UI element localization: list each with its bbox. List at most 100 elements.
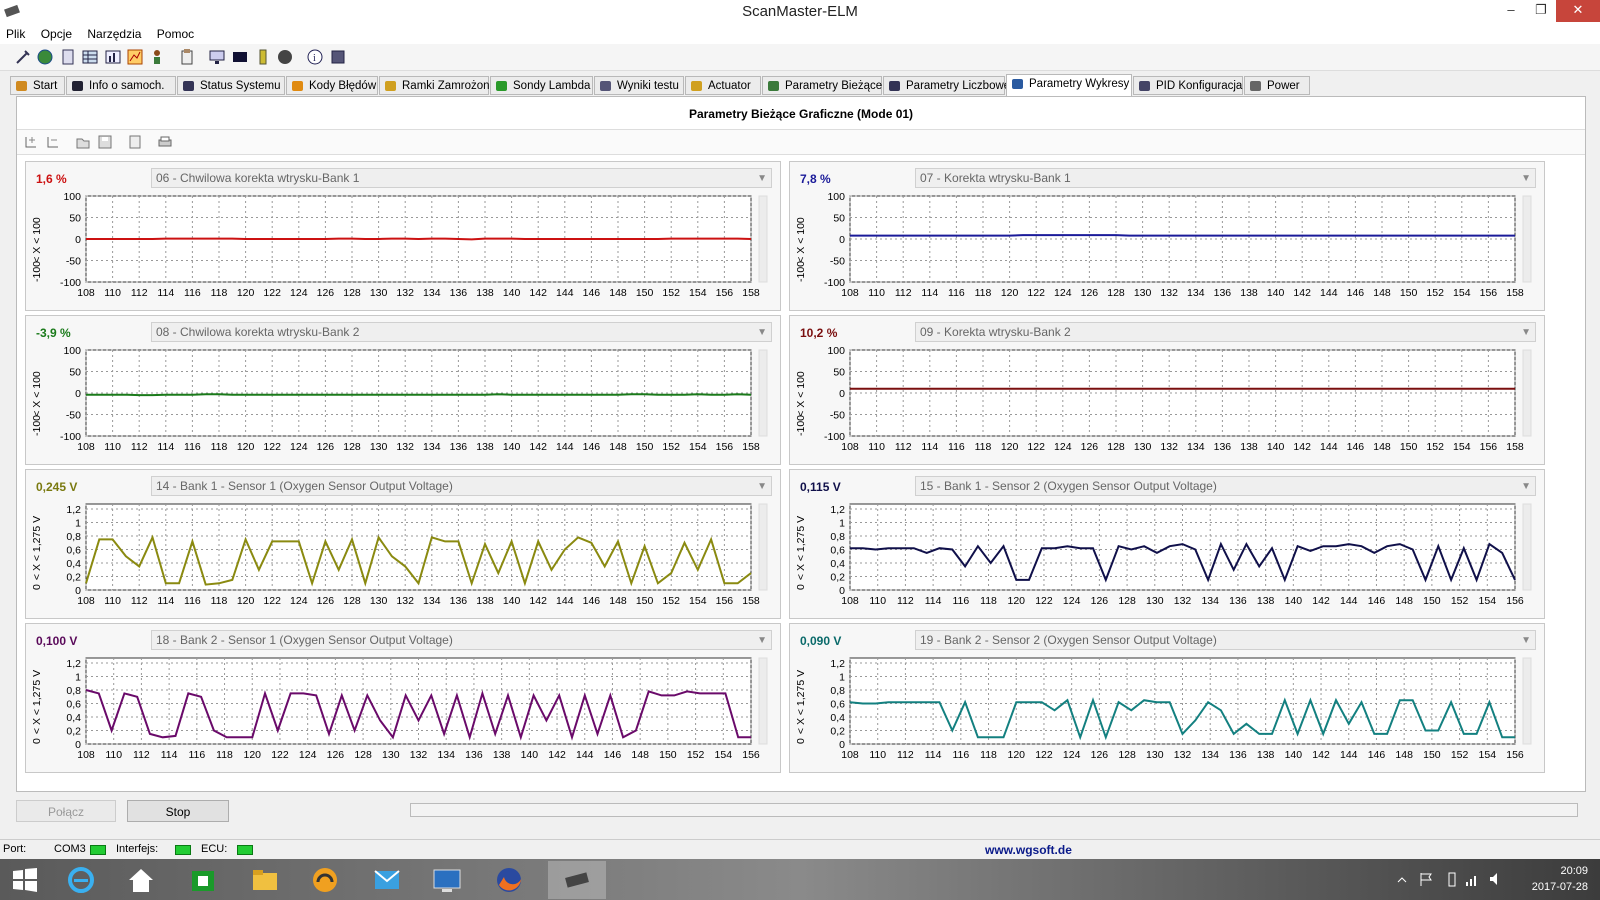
x-tick-label: 124 [1063, 749, 1081, 761]
x-tick-label: 158 [1506, 287, 1524, 299]
tab-kody-błędów[interactable]: Kody Błędów [286, 76, 378, 95]
pid-select[interactable]: 06 - Chwilowa korekta wtrysku-Bank 1 ▼ [151, 168, 772, 188]
tab-label: Actuator [708, 80, 751, 92]
home-icon[interactable] [126, 865, 156, 895]
x-tick-label: 138 [493, 749, 511, 761]
x-tick-label: 150 [1423, 595, 1441, 607]
book-icon[interactable] [329, 48, 347, 66]
open-icon[interactable] [75, 134, 91, 150]
pid-select[interactable]: 19 - Bank 2 - Sensor 2 (Oxygen Sensor Ou… [915, 630, 1536, 650]
y-tick-label: 0,6 [830, 545, 845, 557]
print-icon[interactable] [157, 134, 173, 150]
add-chart-icon[interactable] [23, 134, 39, 150]
y-tick-label: 0,8 [66, 685, 81, 697]
y-tick-label: 1,2 [66, 504, 81, 516]
tab-label: Start [33, 80, 58, 92]
graph-icon[interactable] [126, 48, 144, 66]
vertical-scrollbar[interactable] [758, 195, 768, 283]
pid-select[interactable]: 08 - Chwilowa korekta wtrysku-Bank 2 ▼ [151, 322, 772, 342]
tab-parametry-liczbowe[interactable]: Parametry Liczbowe [883, 76, 1010, 95]
scanmaster-taskbar-button[interactable] [548, 861, 606, 899]
stop-button[interactable]: Stop [127, 800, 229, 822]
connect-button[interactable]: Połącz [16, 800, 116, 822]
internet-explorer-icon[interactable] [66, 865, 96, 895]
vertical-scrollbar[interactable] [758, 657, 768, 745]
menu-opcje[interactable]: Opcje [35, 24, 78, 44]
pid-select[interactable]: 14 - Bank 1 - Sensor 1 (Oxygen Sensor Ou… [151, 476, 772, 496]
windows-start-icon[interactable] [10, 865, 40, 895]
store-icon[interactable] [188, 865, 218, 895]
pid-select[interactable]: 18 - Bank 2 - Sensor 1 (Oxygen Sensor Ou… [151, 630, 772, 650]
chart-panel: 0,115 V 15 - Bank 1 - Sensor 2 (Oxygen Se… [789, 469, 1545, 619]
info-icon[interactable]: i [306, 48, 324, 66]
print-preview-icon[interactable] [127, 134, 143, 150]
volume-icon[interactable] [1488, 871, 1504, 887]
connect-icon[interactable] [14, 48, 32, 66]
bar-chart-icon[interactable] [104, 48, 122, 66]
headphones-icon[interactable] [310, 865, 340, 895]
tab-start[interactable]: Start [10, 76, 65, 95]
grid-icon[interactable] [81, 48, 99, 66]
vertical-scrollbar[interactable] [1522, 657, 1532, 745]
x-tick-label: 128 [1107, 287, 1125, 299]
x-tick-label: 154 [1479, 595, 1497, 607]
globe-icon[interactable] [36, 48, 54, 66]
x-tick-label: 152 [1426, 287, 1444, 299]
restore-button[interactable]: ❐ [1526, 0, 1556, 22]
tab-info-o-samoch[interactable]: Info o samoch. [66, 76, 176, 95]
battery-icon[interactable] [254, 48, 272, 66]
pid-select[interactable]: 07 - Korekta wtrysku-Bank 1 ▼ [915, 168, 1536, 188]
save-icon[interactable] [97, 134, 113, 150]
chart-panel: 10,2 % 09 - Korekta wtrysku-Bank 2 ▼ 108 110… [789, 315, 1545, 465]
x-tick-label: 130 [1134, 441, 1152, 453]
vertical-scrollbar[interactable] [1522, 195, 1532, 283]
menu-narzedzia[interactable]: Narzędzia [81, 24, 147, 44]
clipboard-icon[interactable] [178, 48, 196, 66]
tab-power[interactable]: Power [1244, 76, 1310, 95]
system-clock[interactable]: 20:09 2017-07-28 [1532, 863, 1588, 895]
mail-icon[interactable] [372, 865, 402, 895]
vertical-scrollbar[interactable] [758, 503, 768, 591]
menu-plik[interactable]: Plik [0, 24, 31, 44]
x-tick-label: 130 [1146, 595, 1164, 607]
website-link[interactable]: www.wgsoft.de [985, 843, 1072, 857]
document-icon[interactable] [59, 48, 77, 66]
tab-parametry-wykresy[interactable]: Parametry Wykresy [1006, 74, 1132, 97]
vertical-scrollbar[interactable] [1522, 503, 1532, 591]
person-icon[interactable] [148, 48, 166, 66]
menu-pomoc[interactable]: Pomoc [151, 24, 200, 44]
x-tick-label: 144 [556, 595, 574, 607]
battery-tray-icon[interactable] [1444, 871, 1460, 887]
record-icon[interactable] [276, 48, 294, 66]
pid-select[interactable]: 09 - Korekta wtrysku-Bank 2 ▼ [915, 322, 1536, 342]
tab-wyniki-testu[interactable]: Wyniki testu [594, 76, 684, 95]
firefox-icon[interactable] [494, 865, 524, 895]
taskbar: 20:09 2017-07-28 [0, 859, 1600, 900]
info-icon [72, 81, 83, 91]
tab-pid-konfiguracja[interactable]: PID Konfiguracja [1133, 76, 1243, 95]
network-icon[interactable] [1464, 871, 1480, 887]
x-tick-label: 154 [689, 595, 707, 607]
tray-arrow-icon[interactable] [1395, 873, 1409, 887]
terminal-icon[interactable] [231, 48, 249, 66]
flag-icon[interactable] [1418, 871, 1434, 887]
lenovo-icon[interactable] [432, 865, 462, 895]
x-tick-label: 134 [1201, 595, 1219, 607]
tab-parametry-bieżące[interactable]: Parametry Bieżące [762, 76, 882, 95]
remove-chart-icon[interactable] [45, 134, 61, 150]
monitor-icon[interactable] [208, 48, 226, 66]
tab-sondy-lambda[interactable]: Sondy Lambda [490, 76, 593, 95]
file-explorer-icon[interactable] [250, 865, 280, 895]
x-tick-label: 124 [1063, 595, 1081, 607]
minimize-button[interactable]: – [1496, 0, 1526, 22]
close-button[interactable]: ✕ [1556, 0, 1600, 22]
x-tick-label: 134 [423, 287, 441, 299]
tab-status-systemu[interactable]: Status Systemu [177, 76, 285, 95]
tab-ramki-zamrożone[interactable]: Ramki Zamrożone [379, 76, 496, 95]
vertical-scrollbar[interactable] [758, 349, 768, 437]
x-tick-label: 122 [271, 749, 289, 761]
pid-select[interactable]: 15 - Bank 1 - Sensor 2 (Oxygen Sensor Ou… [915, 476, 1536, 496]
vertical-scrollbar[interactable] [1522, 349, 1532, 437]
x-tick-label: 128 [1107, 441, 1125, 453]
tab-actuator[interactable]: Actuator [685, 76, 761, 95]
